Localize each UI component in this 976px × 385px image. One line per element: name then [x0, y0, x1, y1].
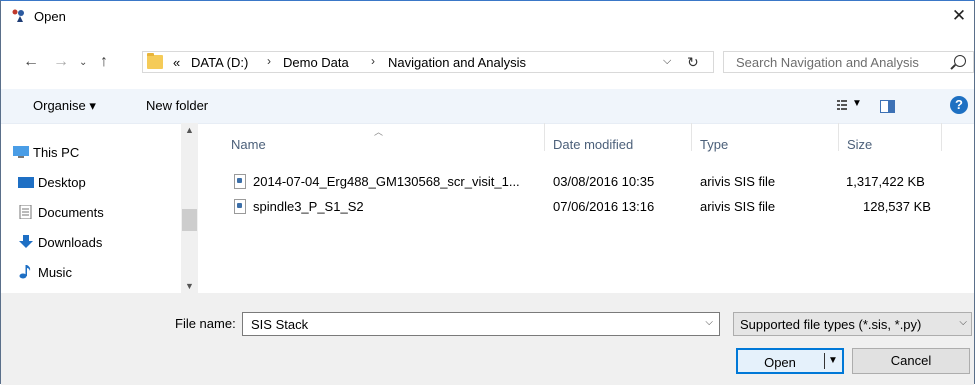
breadcrumb-separator-icon[interactable]: ›: [371, 54, 375, 68]
breadcrumb-demo-data[interactable]: Demo Data: [283, 55, 349, 70]
column-header-date-modified[interactable]: Date modified: [553, 137, 633, 152]
column-divider[interactable]: [544, 123, 545, 151]
file-type: arivis SIS file: [700, 174, 776, 189]
sis-file-icon: [234, 199, 246, 214]
music-icon: [19, 265, 31, 279]
breadcrumb-data-drive[interactable]: DATA (D:): [191, 55, 248, 70]
nav-item-label: This PC: [33, 145, 80, 160]
column-header-name[interactable]: Name: [231, 137, 266, 152]
file-type: arivis SIS file: [700, 199, 776, 214]
address-dropdown-icon[interactable]: ⌵: [663, 55, 671, 68]
column-header-type[interactable]: Type: [700, 137, 728, 152]
file-date: 03/08/2016 10:35: [553, 174, 655, 189]
sort-ascending-icon: ︿: [374, 127, 384, 137]
window-title: Open: [34, 9, 66, 24]
file-row[interactable]: 2014-07-04_Erg488_GM130568_scr_visit_1..…: [229, 172, 969, 192]
chevron-down-icon[interactable]: ⌵: [705, 317, 713, 328]
file-name: spindle3_P_S1_S2: [253, 199, 364, 214]
organise-button[interactable]: Organise ▾: [33, 98, 96, 114]
folder-icon: [147, 53, 163, 69]
file-name-input[interactable]: SIS Stack ⌵: [242, 312, 720, 336]
file-size: 128,537 KB: [863, 199, 931, 214]
sis-file-icon: [234, 174, 246, 189]
column-divider[interactable]: [941, 123, 942, 151]
address-bar[interactable]: « DATA (D:) › Demo Data › Navigation and…: [142, 51, 714, 73]
title-bar: Open ✕: [1, 1, 974, 31]
navigation-pane: This PC Desktop Documents Downloads Musi…: [1, 123, 201, 293]
file-name: 2014-07-04_Erg488_GM130568_scr_visit_1..…: [253, 174, 520, 189]
forward-arrow-icon[interactable]: →: [53, 53, 69, 71]
nav-item-label: Documents: [38, 205, 104, 220]
file-size: 1,317,422 KB: [846, 174, 925, 189]
scroll-up-icon[interactable]: ▲: [185, 125, 194, 135]
file-name-label: File name:: [175, 316, 236, 331]
command-bar: Organise ▾ New folder ▼ ?: [1, 89, 974, 124]
column-divider[interactable]: [838, 123, 839, 151]
nav-scrollbar[interactable]: ▲ ▼: [181, 123, 198, 293]
refresh-icon[interactable]: ↻: [687, 54, 699, 71]
new-folder-button[interactable]: New folder: [146, 98, 208, 113]
preview-pane-icon[interactable]: [880, 100, 895, 113]
file-type-select[interactable]: Supported file types (*.sis, *.py) ⌵: [733, 312, 972, 336]
breadcrumb-separator-icon[interactable]: ›: [267, 54, 271, 68]
search-box[interactable]: Search Navigation and Analysis: [723, 51, 974, 73]
file-date: 07/06/2016 13:16: [553, 199, 655, 214]
view-dropdown-icon[interactable]: ▼: [852, 98, 862, 109]
breadcrumb-navigation-and-analysis[interactable]: Navigation and Analysis: [388, 55, 526, 70]
open-button-label: Open: [764, 355, 796, 370]
chevron-down-icon[interactable]: ⌵: [959, 317, 967, 328]
up-arrow-icon[interactable]: ↑: [100, 53, 108, 71]
help-icon[interactable]: ?: [950, 96, 968, 114]
nav-item-label: Desktop: [38, 175, 86, 190]
view-options-icon[interactable]: [837, 100, 847, 110]
open-button[interactable]: Open ▼: [736, 348, 844, 374]
nav-item-label: Music: [38, 265, 72, 280]
recent-locations-chevron-icon[interactable]: ⌄: [79, 57, 87, 68]
split-divider: [824, 353, 825, 369]
breadcrumb-overflow[interactable]: «: [173, 55, 180, 70]
close-button[interactable]: ✕: [944, 1, 974, 31]
cancel-button[interactable]: Cancel: [852, 348, 970, 374]
bottom-panel: File name: SIS Stack ⌵ Supported file ty…: [1, 293, 974, 385]
file-row[interactable]: spindle3_P_S1_S2 07/06/2016 13:16 arivis…: [229, 197, 969, 217]
open-dialog: Open ✕ ← → ⌄ ↑ « DATA (D:) › Demo Data ›…: [0, 0, 975, 385]
app-icon: [12, 9, 24, 22]
downloads-icon: [19, 235, 33, 248]
search-placeholder: Search Navigation and Analysis: [736, 55, 919, 70]
scroll-down-icon[interactable]: ▼: [185, 281, 194, 291]
pc-icon: [13, 146, 29, 158]
file-type-value: Supported file types (*.sis, *.py): [740, 317, 922, 332]
scroll-thumb[interactable]: [182, 209, 197, 231]
nav-item-label: Downloads: [38, 235, 103, 250]
address-row: ← → ⌄ ↑ « DATA (D:) › Demo Data › Naviga…: [1, 47, 974, 77]
documents-icon: [19, 205, 32, 219]
column-header-size[interactable]: Size: [847, 137, 872, 152]
column-divider[interactable]: [691, 123, 692, 151]
back-arrow-icon[interactable]: ←: [23, 53, 39, 71]
open-dropdown-icon[interactable]: ▼: [828, 355, 838, 366]
file-name-value: SIS Stack: [251, 317, 309, 332]
search-icon: [954, 55, 966, 67]
desktop-icon: [18, 177, 34, 188]
